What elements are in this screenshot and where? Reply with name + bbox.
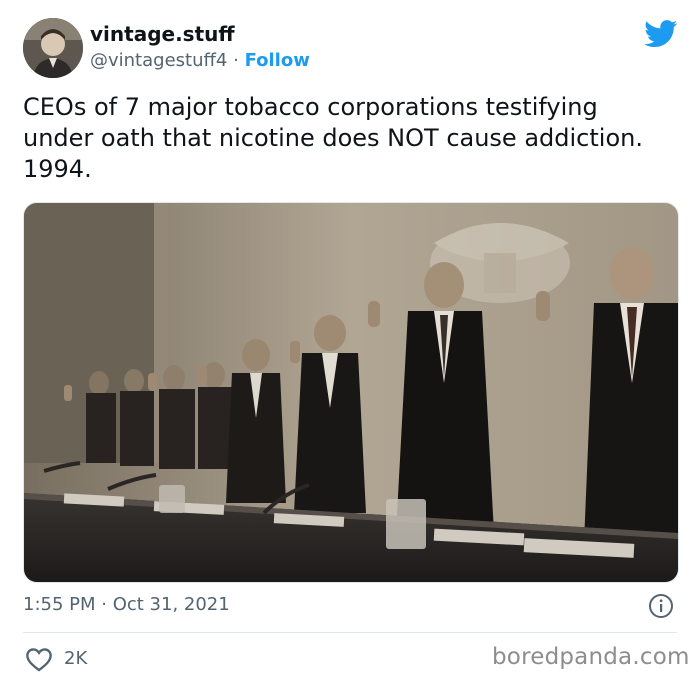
separator-dot: · [233, 50, 239, 71]
tweet-text: CEOs of 7 major tobacco corporations tes… [23, 93, 643, 183]
avatar[interactable] [23, 18, 83, 78]
follow-button[interactable]: Follow [245, 50, 310, 71]
heart-icon[interactable] [25, 646, 53, 672]
watermark: boredpanda.com [492, 644, 690, 670]
like-count[interactable]: 2K [64, 648, 87, 669]
author-handle[interactable]: @vintagestuff4 [90, 50, 227, 71]
info-icon[interactable] [648, 593, 674, 619]
author-display-name[interactable]: vintage.stuff [90, 22, 235, 46]
divider [23, 632, 677, 633]
avatar-image [23, 18, 83, 78]
tweet-card: vintage.stuff @vintagestuff4 · Follow CE… [0, 0, 700, 684]
tweet-photo[interactable] [23, 202, 679, 583]
tweet-timestamp[interactable]: 1:55 PM · Oct 31, 2021 [23, 594, 230, 615]
twitter-bird-icon[interactable] [644, 20, 678, 48]
author-handle-row: @vintagestuff4 · Follow [90, 50, 310, 71]
hearing-photo [24, 203, 678, 582]
